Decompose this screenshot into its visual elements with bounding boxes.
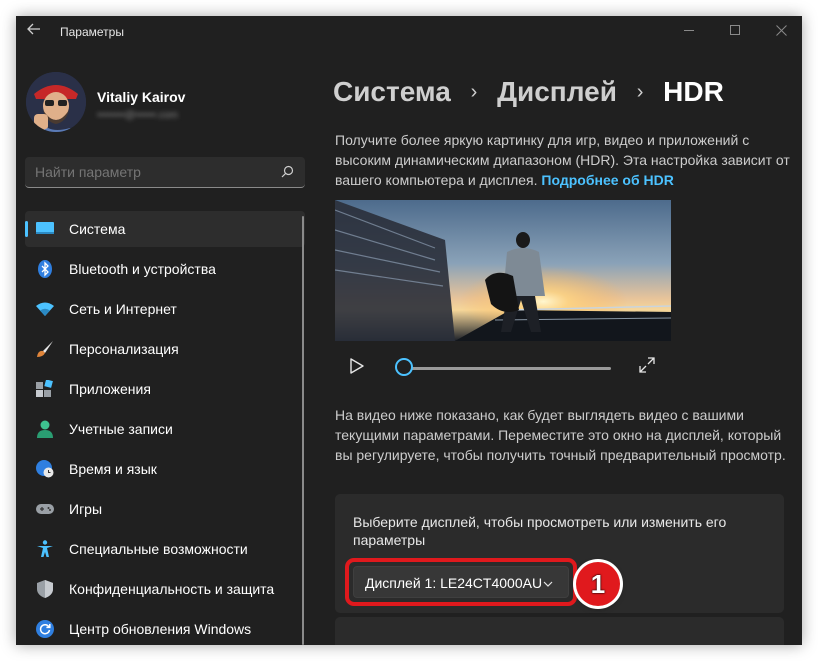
sidebar-item-gaming[interactable]: Игры — [25, 491, 305, 527]
breadcrumb-system[interactable]: Система — [333, 76, 451, 107]
sidebar-item-label: Персонализация — [69, 341, 179, 357]
sidebar-item-privacy[interactable]: Конфиденциальность и защита — [25, 571, 305, 607]
minimize-icon[interactable] — [666, 16, 712, 48]
play-icon[interactable] — [345, 355, 367, 377]
sidebar-item-accounts[interactable]: Учетные записи — [25, 411, 305, 447]
page-title: HDR — [663, 76, 724, 107]
wifi-icon — [36, 300, 54, 318]
sidebar-item-network[interactable]: Сеть и Интернет — [25, 291, 305, 327]
sidebar-item-label: Bluetooth и устройства — [69, 261, 216, 277]
sidebar-item-label: Приложения — [69, 381, 151, 397]
search-input[interactable] — [35, 164, 265, 180]
user-name: Vitaliy Kairov — [97, 89, 186, 105]
avatar[interactable] — [26, 72, 86, 132]
breadcrumb: Система › Дисплей › HDR — [333, 76, 724, 108]
preview-description: На видео ниже показано, как будет выгляд… — [335, 407, 786, 463]
video-player-controls — [335, 349, 671, 385]
sidebar-item-label: Специальные возможности — [69, 541, 248, 557]
sidebar-item-system[interactable]: Система — [25, 211, 305, 247]
video-progress-track[interactable] — [407, 367, 611, 370]
hdr-preview-video[interactable] — [335, 200, 671, 341]
accessibility-icon — [36, 540, 54, 558]
sidebar-item-bluetooth[interactable]: Bluetooth и устройства — [25, 251, 305, 287]
sidebar-scrollbar[interactable] — [302, 216, 304, 645]
sidebar-item-label: Игры — [69, 501, 103, 517]
app-title: Параметры — [60, 25, 124, 39]
breadcrumb-separator: › — [470, 81, 478, 103]
sidebar-item-label: Сеть и Интернет — [69, 301, 177, 317]
user-email: ••••••••@••••••.com — [97, 110, 178, 121]
sidebar-item-label: Центр обновления Windows — [69, 621, 252, 637]
sidebar-item-apps[interactable]: Приложения — [25, 371, 305, 407]
sidebar-item-label: Учетные записи — [69, 421, 173, 437]
sidebar-item-label: Время и язык — [69, 461, 157, 477]
apps-icon — [36, 379, 54, 398]
breadcrumb-display[interactable]: Дисплей — [497, 76, 617, 107]
account-icon — [36, 420, 54, 438]
video-progress-thumb[interactable] — [395, 358, 413, 376]
system-icon — [36, 220, 54, 238]
hdr-intro: Получите более яркую картинку для игр, в… — [335, 130, 790, 190]
annotation-badge: 1 — [576, 562, 620, 606]
sidebar-item-windows-update[interactable]: Центр обновления Windows — [25, 611, 305, 645]
sidebar-item-label: Конфиденциальность и защита — [69, 581, 275, 597]
chevron-down-icon — [542, 577, 554, 589]
sidebar-item-time-language[interactable]: Время и язык — [25, 451, 305, 487]
bluetooth-icon — [36, 260, 54, 278]
fullscreen-icon[interactable] — [637, 355, 657, 375]
settings-window: Параметры Vitaliy Kairov ••••••••@••••••… — [16, 16, 802, 645]
display-dropdown-value: Дисплей 1: LE24CT4000AU — [365, 575, 543, 591]
gamepad-icon — [36, 500, 54, 518]
back-arrow-icon[interactable] — [22, 20, 46, 44]
sidebar-item-personalization[interactable]: Персонализация — [25, 331, 305, 367]
breadcrumb-separator: › — [636, 81, 644, 103]
close-icon[interactable] — [758, 16, 802, 48]
display-select-card: Выберите дисплей, чтобы просмотреть или … — [335, 494, 784, 613]
display-dropdown[interactable]: Дисплей 1: LE24CT4000AU — [353, 566, 569, 598]
display-select-text: Выберите дисплей, чтобы просмотреть или … — [353, 514, 727, 548]
sidebar-item-label: Система — [69, 221, 126, 237]
learn-more-hdr-link[interactable]: Подробнее об HDR — [541, 172, 673, 188]
shield-icon — [36, 580, 54, 598]
sidebar-nav: Система Bluetooth и устройства Сеть и Ин… — [25, 211, 305, 645]
search-box[interactable] — [25, 157, 305, 188]
brush-icon — [36, 340, 54, 358]
title-bar: Параметры — [16, 16, 802, 48]
next-settings-card — [335, 617, 784, 645]
search-icon[interactable] — [279, 164, 295, 180]
sidebar-item-accessibility[interactable]: Специальные возможности — [25, 531, 305, 567]
globe-clock-icon — [36, 460, 54, 478]
maximize-icon[interactable] — [712, 16, 758, 48]
update-icon — [36, 620, 54, 638]
